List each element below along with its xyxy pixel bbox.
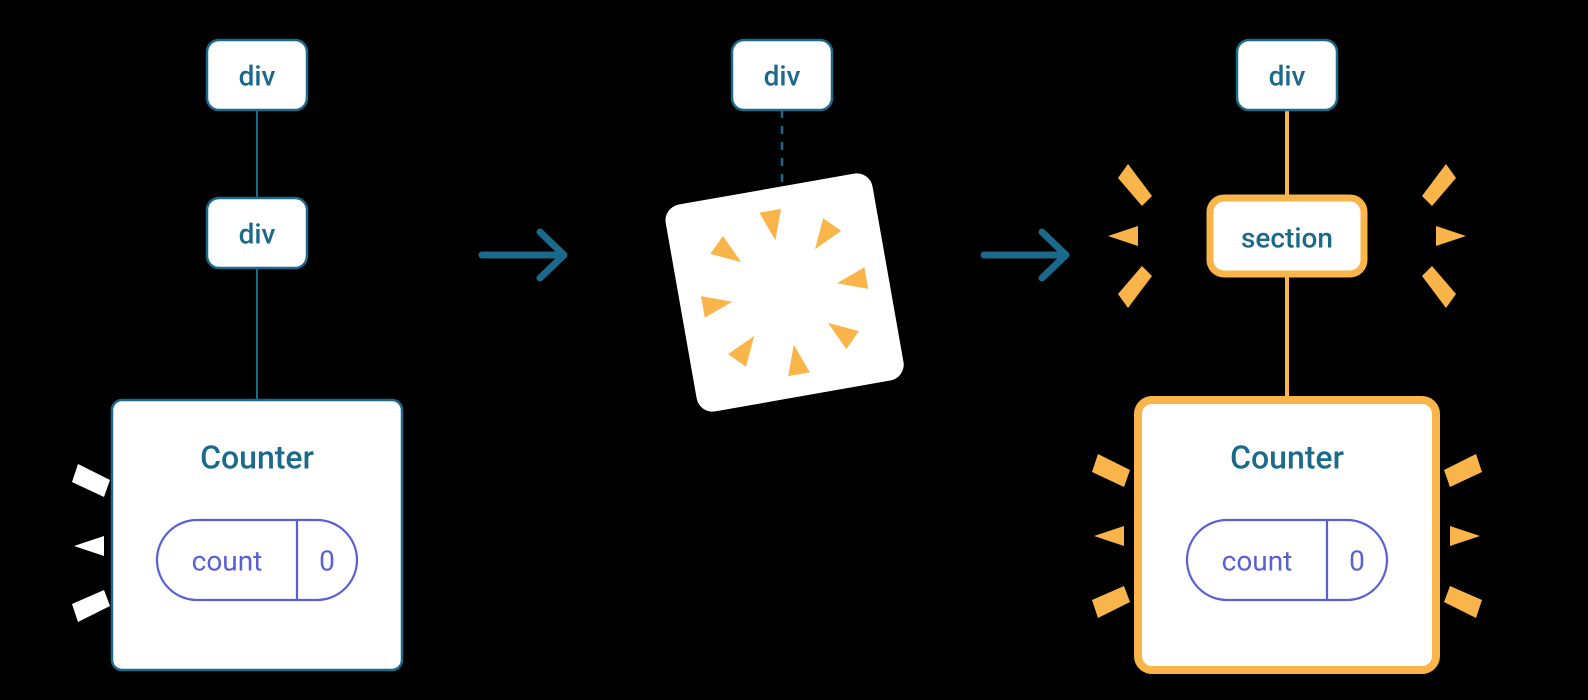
left-counter-title: Counter	[200, 438, 314, 476]
right-counter-title: Counter	[1230, 438, 1344, 476]
left-div-1: div	[207, 40, 307, 110]
center-pop-box	[663, 171, 906, 414]
diagram-canvas: div div Counter count 0	[0, 0, 1588, 700]
right-counter: Counter count 0	[1138, 400, 1436, 670]
left-div-2: div	[207, 198, 307, 268]
left-div-1-label: div	[239, 59, 276, 92]
left-pill-value: 0	[319, 544, 335, 577]
right-pill-value: 0	[1349, 544, 1365, 577]
right-pill-name: count	[1222, 544, 1293, 577]
right-div-label: div	[1269, 59, 1306, 92]
center-tree: div	[663, 40, 906, 414]
arrow-1	[482, 232, 564, 278]
center-div-label: div	[764, 59, 801, 92]
right-counter-pill: count 0	[1187, 520, 1387, 600]
arrow-2	[984, 232, 1066, 278]
left-counter-ticks	[72, 464, 110, 622]
left-counter: Counter count 0	[112, 400, 402, 670]
right-section: section	[1210, 198, 1364, 274]
left-pill-name: count	[192, 544, 263, 577]
right-tree: div section Counter	[1092, 40, 1482, 670]
right-div: div	[1237, 40, 1337, 110]
left-div-2-label: div	[239, 217, 276, 250]
left-counter-pill: count 0	[157, 520, 357, 600]
center-div: div	[732, 40, 832, 110]
right-section-label: section	[1241, 221, 1333, 254]
left-tree: div div Counter count 0	[72, 40, 402, 670]
